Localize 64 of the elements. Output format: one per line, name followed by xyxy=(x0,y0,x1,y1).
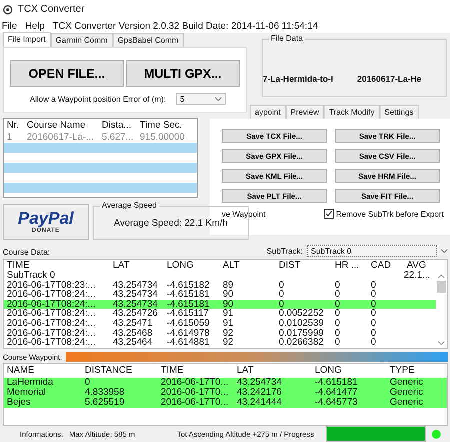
scroll-thumb[interactable] xyxy=(437,281,446,294)
column-header[interactable]: HR ... xyxy=(332,260,368,272)
waypoint-error-label: Allow a Waypoint position Error of (m): xyxy=(30,94,166,104)
table-row[interactable]: Memorial 4.833958 2016-06-17T0... 43.242176 -4.641477 Generic xyxy=(4,388,447,398)
window-title: TCX Converter xyxy=(18,4,85,16)
column-header[interactable]: DIST xyxy=(276,260,332,272)
table-row[interactable]: 2016-06-17T08:24:... 43.254734 -4.615181 90 0 0 0 xyxy=(4,300,436,310)
table-row[interactable]: 2016-06-17T08:24:... 43.25468 -4.614978 92 0.0175999 0 0 xyxy=(4,328,436,338)
table-row[interactable]: 2016-06-17T08:23:... 43.254734 -4.615182 89 0 0 0 xyxy=(4,280,436,290)
column-header[interactable]: Time Sec. xyxy=(137,119,190,132)
column-header[interactable]: AVG xyxy=(404,260,426,272)
scroll-up-icon[interactable] xyxy=(438,274,445,280)
tab[interactable]: Preview xyxy=(286,105,324,120)
column-header[interactable]: LAT xyxy=(110,260,164,272)
open-button[interactable]: OPEN FILE... xyxy=(10,60,124,88)
column-header[interactable]: LONG xyxy=(312,364,387,378)
save-waypoint-label: ve Waypoint xyxy=(222,210,266,219)
table-row[interactable]: 2016-06-17T08:24:... 43.25464 -4.614881 92 0.0266382 0 0 xyxy=(4,338,436,348)
tab[interactable]: Track Modify xyxy=(324,105,380,120)
subtrack-dropdown[interactable]: SubTrack 0 xyxy=(307,245,437,258)
tab[interactable]: aypoint xyxy=(250,105,286,120)
version-text: TCX Converter Version 2.0.32 Build Date: 2014-11-06 11:54:14 xyxy=(52,20,318,32)
column-header[interactable]: LAT xyxy=(234,364,312,378)
error-dropdown[interactable]: 5 xyxy=(176,93,226,106)
column-header[interactable]: Nr. xyxy=(4,119,24,132)
column-header[interactable]: TIME xyxy=(158,364,234,378)
checkmark-icon xyxy=(325,210,334,218)
course-data-label: Course Data: xyxy=(3,248,50,258)
column-header[interactable]: Course Name xyxy=(24,119,99,132)
column-header[interactable]: LONG xyxy=(164,260,220,272)
column-header[interactable]: NAME xyxy=(4,364,82,378)
table-cell-text: 20160617-La-... xyxy=(26,132,96,144)
remove-subtrk-checkbox[interactable]: Remove SubTrk before Export xyxy=(324,209,444,220)
tab[interactable]: Garmin Comm xyxy=(50,33,113,48)
group-title: File Data xyxy=(269,34,306,44)
table-row[interactable]: Bejes 5.625519 2016-06-17T0... 43.241444 -4.645773 Generic xyxy=(4,398,447,408)
column-header[interactable]: TIME xyxy=(4,260,110,272)
group-title: Average Speed xyxy=(100,201,160,210)
open-button[interactable]: MULTI GPX... xyxy=(126,60,240,88)
scroll-down-icon[interactable] xyxy=(438,341,445,346)
file-name-text: 7-La-Hermida-to-I xyxy=(263,74,334,84)
table-row[interactable]: 2016-06-17T08:24:... 43.25471 -4.615059 91 0.0102539 0 0 xyxy=(4,319,436,329)
column-header[interactable]: TYPE xyxy=(387,364,447,378)
file-name-text: 20160617-La-He xyxy=(357,74,422,84)
subtrack-label: SubTrack: xyxy=(266,246,303,256)
table-cell-text: 5.627... xyxy=(101,132,135,144)
tab[interactable]: File Import xyxy=(3,32,51,48)
menu-item[interactable]: File xyxy=(2,20,18,32)
tab[interactable]: Settings xyxy=(380,105,419,120)
table-cell-text: 22.1... xyxy=(403,271,430,281)
table-cell-text: 1 xyxy=(6,132,14,144)
table-row[interactable]: 2016-06-17T08:24:... 43.254734 -4.615181 90 0 0 0 xyxy=(4,290,436,300)
table-row[interactable]: LaHermida 0 2016-06-17T0... 43.254734 -4.615181 Generic xyxy=(4,378,447,388)
average-speed-text: Average Speed: 22.1 Km/h xyxy=(114,218,228,229)
menu-item[interactable]: Help xyxy=(25,20,45,32)
table-row[interactable]: 2016-06-17T08:24:... 43.254726 -4.615117 91 0.0052252 0 0 xyxy=(4,309,436,320)
column-header[interactable]: ALT xyxy=(220,260,276,272)
tab[interactable]: GpsBabel Comm xyxy=(112,33,184,48)
column-header[interactable]: Dista... xyxy=(99,119,137,132)
column-header[interactable]: CAD xyxy=(368,260,404,272)
app-icon xyxy=(3,4,13,15)
table-cell-text: 915.00000 xyxy=(139,132,186,144)
subtrack-row-label: SubTrack 0 xyxy=(6,271,56,281)
column-header[interactable]: DISTANCE xyxy=(82,364,158,378)
